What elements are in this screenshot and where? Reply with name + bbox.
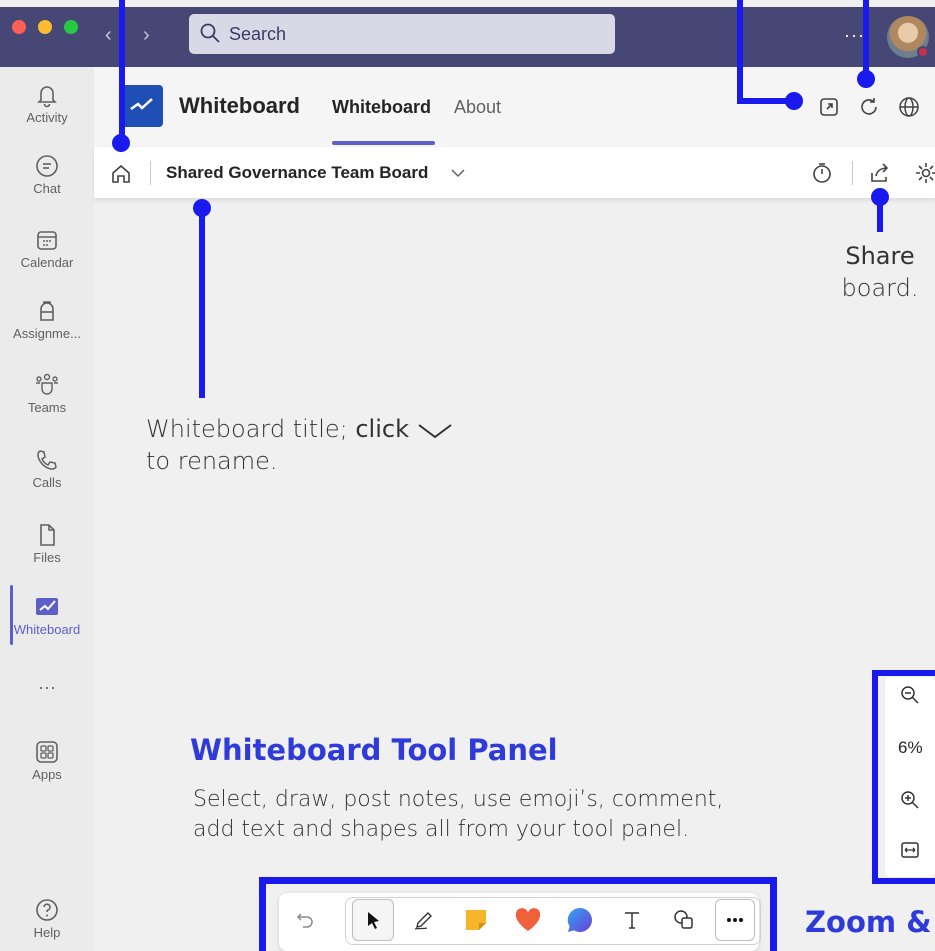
title-annotation-click: click	[355, 415, 409, 443]
help-icon	[36, 899, 58, 921]
title-annotation: Whiteboard title; click to rename.	[146, 413, 453, 478]
rail-item-activity[interactable]: Activity	[0, 82, 94, 146]
board-toolbar: Shared Governance Team Board	[94, 147, 935, 199]
status-badge	[917, 46, 929, 58]
tool-panel-highlight	[259, 877, 777, 951]
left-rail: Activity Chat Calendar Assignme... Teams…	[0, 67, 94, 951]
chat-icon	[36, 155, 58, 177]
chevron-down-icon	[418, 424, 452, 439]
rail-more-apps-button[interactable]: ···	[0, 675, 94, 739]
annotation-line-popout	[737, 0, 743, 103]
zoom-window-button[interactable]	[64, 20, 78, 34]
share-icon[interactable]	[868, 161, 892, 185]
zoom-heading: Zoom &	[805, 905, 932, 939]
minimize-window-button[interactable]	[38, 20, 52, 34]
toolbar-divider	[852, 161, 853, 185]
toolbar-divider	[150, 161, 151, 185]
search-placeholder: Search	[229, 24, 287, 44]
backpack-icon	[40, 301, 54, 321]
annotation-dot-popout	[785, 92, 803, 110]
app-title: Whiteboard	[179, 93, 300, 118]
globe-icon[interactable]	[897, 95, 921, 119]
active-tab-indicator	[332, 141, 435, 145]
annotation-line-home	[119, 0, 125, 141]
search-input[interactable]: Search	[189, 14, 615, 54]
home-icon[interactable]	[110, 163, 132, 185]
more-options-button[interactable]: ···	[844, 25, 865, 46]
annotation-line-title	[199, 204, 205, 398]
title-annotation-prefix: Whiteboard title;	[146, 415, 356, 443]
apps-icon	[36, 741, 58, 763]
phone-icon	[37, 450, 57, 470]
rail-item-help[interactable]: Help	[0, 897, 94, 951]
title-annotation-rest: to rename.	[146, 447, 278, 476]
annotation-dot-refresh	[857, 70, 875, 88]
annotation-line-share	[877, 194, 883, 232]
rail-item-assignments[interactable]: Assignme...	[0, 298, 94, 362]
tool-panel-heading: Whiteboard Tool Panel	[190, 733, 558, 767]
app-header: Whiteboard Whiteboard About	[94, 67, 935, 147]
bell-icon	[37, 86, 57, 108]
refresh-icon[interactable]	[857, 95, 881, 119]
forward-arrow-icon[interactable]: ›	[143, 24, 150, 47]
teams-icon	[36, 373, 58, 395]
title-bar: ‹ › Search ···	[0, 7, 935, 67]
whiteboard-logo-icon	[119, 85, 163, 127]
calendar-icon	[37, 231, 57, 250]
gear-icon[interactable]	[914, 161, 935, 185]
rail-item-apps[interactable]: Apps	[0, 739, 94, 803]
annotation-line-popout	[737, 98, 792, 104]
rail-item-files[interactable]: Files	[0, 522, 94, 586]
rail-item-calendar[interactable]: Calendar	[0, 227, 94, 291]
popout-icon[interactable]	[817, 95, 841, 119]
avatar[interactable]	[887, 16, 929, 58]
tool-panel-description: Select, draw, post notes, use emoji’s, c…	[193, 785, 723, 844]
share-annotation-bold: Share	[845, 242, 915, 270]
whiteboard-icon	[36, 598, 58, 615]
tab-about[interactable]: About	[454, 97, 501, 118]
tool-panel-desc-line-1: Select, draw, post notes, use emoji’s, c…	[193, 787, 724, 812]
share-annotation-rest: board.	[841, 274, 919, 303]
rail-item-whiteboard[interactable]: Whiteboard	[0, 592, 94, 656]
timer-icon[interactable]	[810, 161, 834, 185]
rail-item-calls[interactable]: Calls	[0, 447, 94, 511]
annotation-dot-home	[112, 134, 130, 152]
annotation-line-refresh	[863, 0, 869, 78]
search-icon	[200, 23, 220, 43]
tool-panel-desc-line-2: add text and shapes all from your tool p…	[193, 816, 690, 842]
tab-whiteboard[interactable]: Whiteboard	[332, 97, 431, 118]
chevron-down-icon[interactable]	[450, 167, 466, 179]
zoom-panel-highlight	[872, 670, 935, 884]
rail-item-teams[interactable]: Teams	[0, 372, 94, 436]
close-window-button[interactable]	[12, 20, 26, 34]
board-title[interactable]: Shared Governance Team Board	[166, 163, 428, 183]
back-arrow-icon[interactable]: ‹	[105, 24, 112, 47]
share-annotation: Share board.	[840, 240, 920, 305]
rail-item-chat[interactable]: Chat	[0, 153, 94, 217]
file-icon	[40, 524, 55, 546]
